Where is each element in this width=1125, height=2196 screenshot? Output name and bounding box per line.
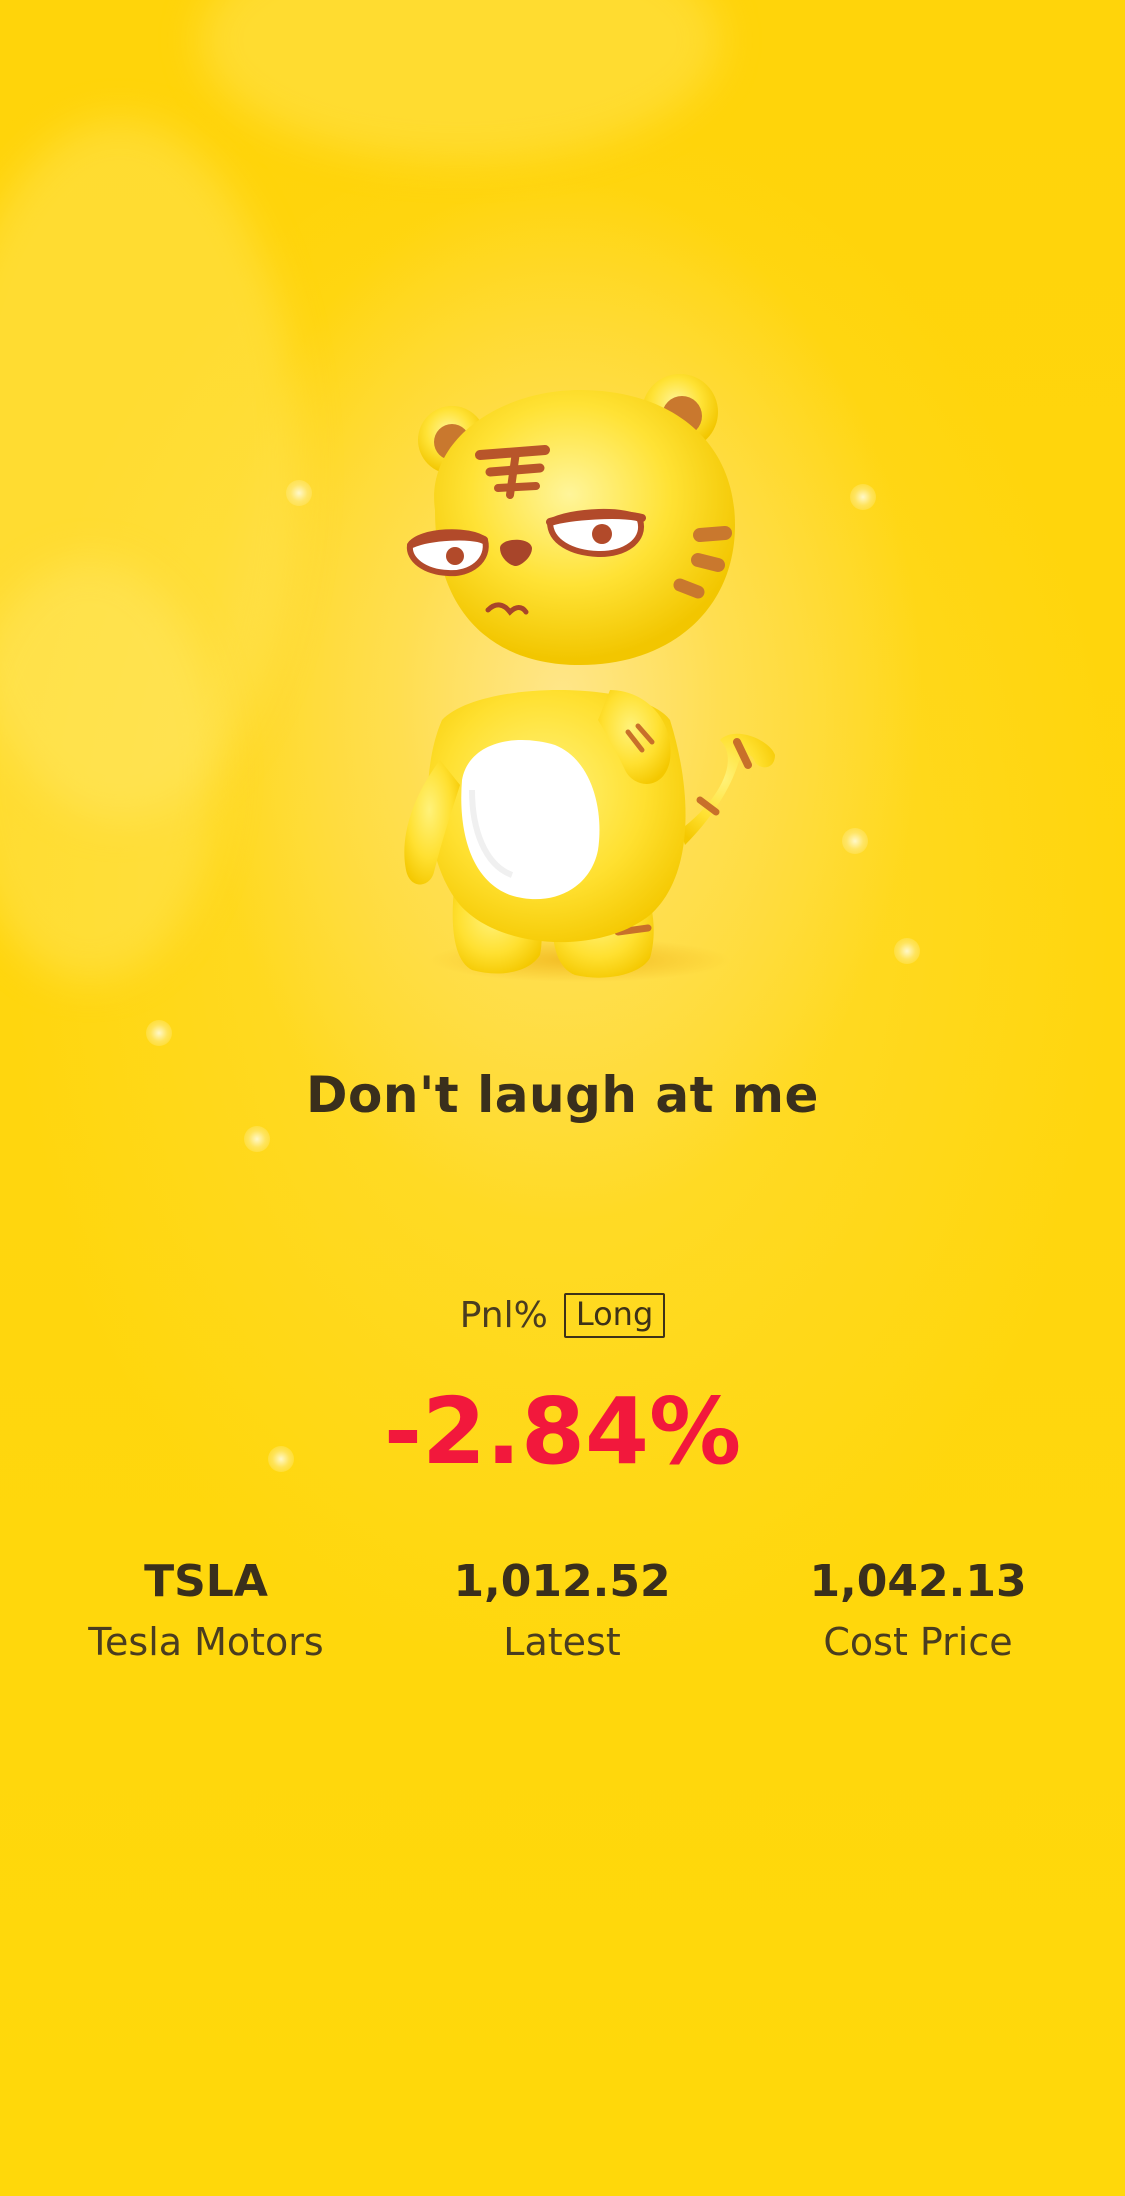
sparkle (286, 480, 312, 506)
latest-price: 1,012.52 (453, 1556, 671, 1607)
cost-price: 1,042.13 (809, 1556, 1027, 1607)
tiger-mascot-icon (380, 360, 800, 1000)
stat-cost: 1,042.13 Cost Price (738, 1552, 1098, 1672)
sparkle (842, 828, 868, 854)
stat-latest: 1,012.52 Latest (382, 1552, 742, 1672)
sparkle (850, 484, 876, 510)
page-title: Don't laugh at me (306, 1066, 819, 1124)
sparkle (244, 1126, 270, 1152)
pnl-label: Pnl% (459, 1295, 548, 1337)
position-badge: Long (563, 1293, 666, 1339)
pnl-value: -2.84% (383, 1378, 742, 1485)
cost-label: Cost Price (823, 1620, 1013, 1664)
stock-symbol: TSLA (144, 1556, 268, 1607)
stock-name: Tesla Motors (88, 1620, 324, 1664)
stat-symbol: TSLA Tesla Motors (26, 1552, 386, 1672)
background-wisp (200, 0, 720, 160)
sparkle (146, 1020, 172, 1046)
sparkle (894, 938, 920, 964)
pnl-header: Pnl% Long (0, 1293, 1125, 1339)
latest-label: Latest (503, 1620, 621, 1664)
